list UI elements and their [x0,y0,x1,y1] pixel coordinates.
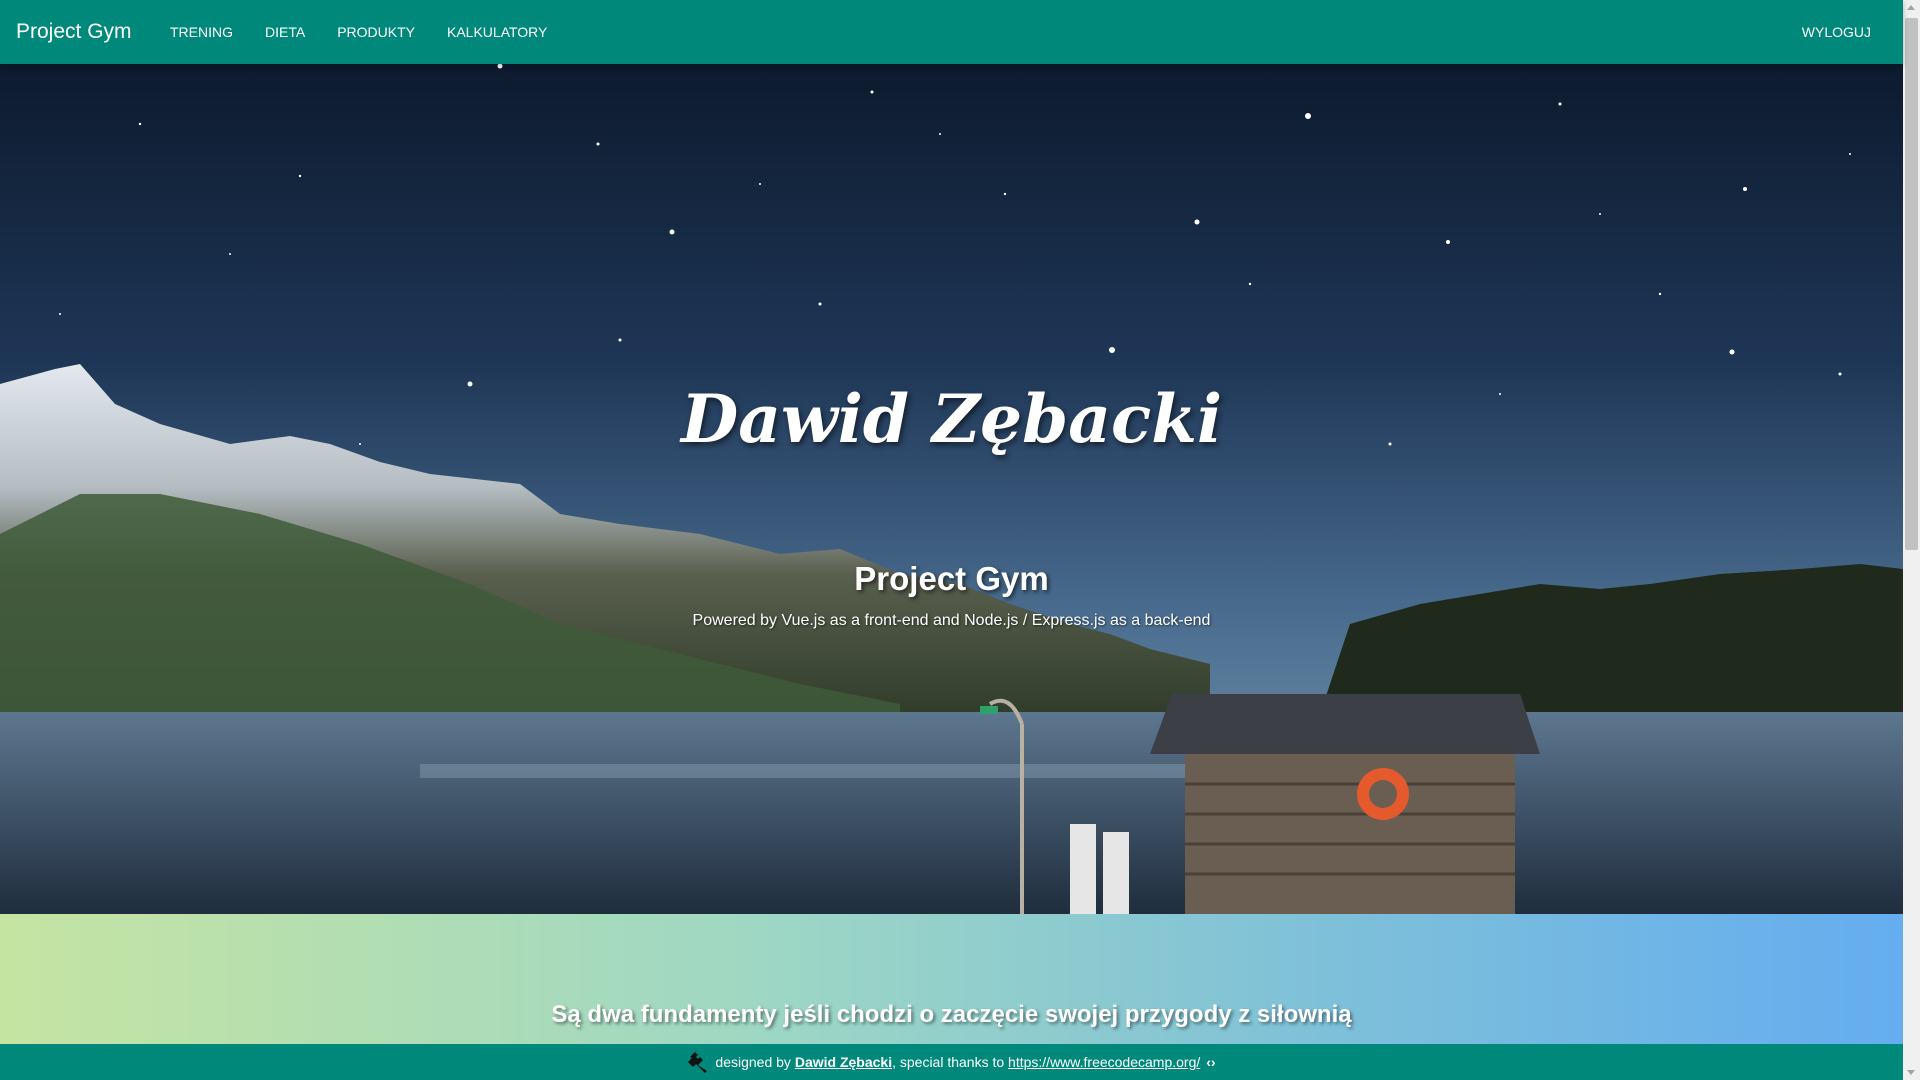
scroll-down-arrow-icon[interactable] [1907,1070,1915,1075]
hero-powered-text: Powered by Vue.js as a front-end and Nod… [692,612,1211,629]
code-icon: ‹› [1206,1054,1216,1070]
hero-title: Dawid Zębacki [680,380,1223,458]
brand-logo[interactable]: Project Gym [16,0,132,64]
nav-links: TRENING DIETA PRODUKTY KALKULATORY [154,0,563,64]
fundamentals-heading: Są dwa fundamenty jeśli chodzi o zaczęci… [551,1001,1352,1028]
hero-subtitle: Project Gym [854,560,1049,597]
navbar: Project Gym TRENING DIETA PRODUKTY KALKU… [0,0,1903,64]
hero-section: Dawid Zębacki Project Gym Powered by Vue… [0,64,1903,914]
footer: designed by Dawid Zębacki , special than… [0,1044,1903,1080]
nav-link-produkty[interactable]: PRODUKTY [321,0,431,64]
fundamentals-section: Są dwa fundamenty jeśli chodzi o zaczęci… [0,914,1903,1044]
nav-link-dieta[interactable]: DIETA [249,0,321,64]
scroll-up-arrow-icon[interactable] [1907,5,1915,10]
nav-link-kalkulatory[interactable]: KALKULATORY [431,0,563,64]
logout-link[interactable]: WYLOGUJ [1786,0,1887,64]
footer-thanks-text: , special thanks to [892,1054,1005,1070]
footer-freecodecamp-link[interactable]: https://www.freecodecamp.org/ [1008,1054,1200,1070]
wrench-icon [687,1051,709,1073]
nav-right: WYLOGUJ [1786,0,1887,64]
footer-author-link[interactable]: Dawid Zębacki [795,1054,892,1070]
scrollbar-thumb[interactable] [1905,18,1918,550]
nav-link-trening[interactable]: TRENING [154,0,249,64]
hero-background-image [0,64,1903,914]
vertical-scrollbar[interactable] [1903,0,1920,1080]
footer-designed-by: designed by [715,1054,791,1070]
